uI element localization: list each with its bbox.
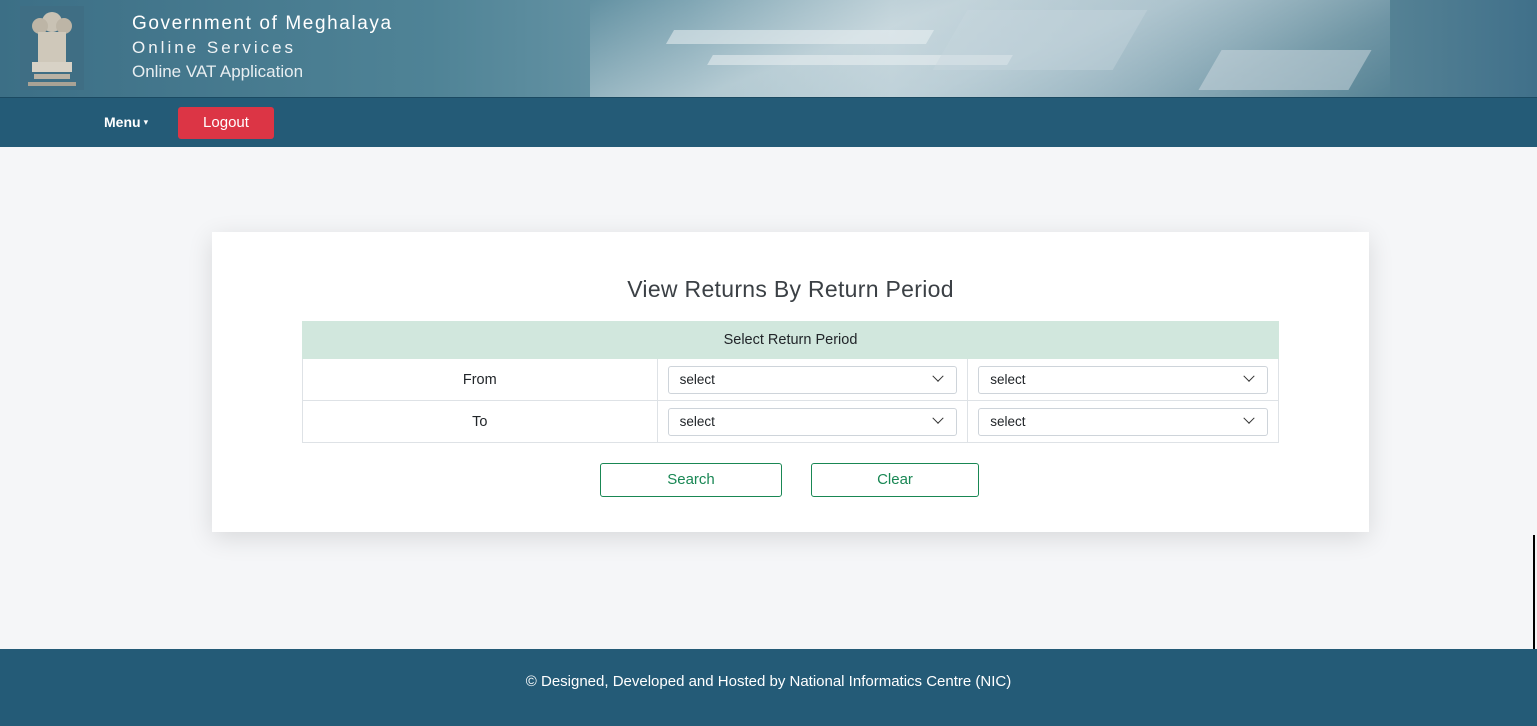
brand-title-block: Government of Meghalaya Online Services …: [132, 12, 393, 84]
page-title: View Returns By Return Period: [627, 276, 954, 302]
window-edge-divider: [1533, 535, 1535, 650]
search-button[interactable]: Search: [600, 463, 782, 497]
to-month-value: select: [679, 413, 715, 429]
footer-credit: © Designed, Developed and Hosted by Nati…: [525, 673, 1012, 690]
from-year-select[interactable]: select: [978, 365, 1268, 394]
from-month-select[interactable]: select: [667, 365, 958, 394]
from-label: From: [302, 358, 658, 401]
clear-button[interactable]: Clear: [811, 463, 979, 497]
caret-down-icon: ▾: [143, 117, 149, 127]
table-row-from: From select select: [302, 358, 1279, 401]
header-banner: Government of Meghalaya Online Services …: [0, 0, 1537, 97]
chevron-down-icon: [1243, 370, 1255, 382]
menu-dropdown[interactable]: Menu ▾: [104, 114, 148, 130]
government-title: Government of Meghalaya: [132, 13, 393, 34]
chevron-down-icon: [1243, 412, 1255, 424]
to-year-select[interactable]: select: [978, 407, 1268, 436]
to-year-value: select: [990, 413, 1026, 429]
chevron-down-icon: [932, 370, 944, 382]
to-label: To: [302, 400, 658, 443]
from-month-value: select: [679, 371, 715, 387]
navbar: Menu ▾ Logout: [0, 97, 1537, 147]
state-emblem-logo: [20, 6, 84, 90]
logout-button[interactable]: Logout: [178, 107, 274, 139]
chevron-down-icon: [932, 412, 944, 424]
to-month-select[interactable]: select: [667, 407, 958, 436]
table-header: Select Return Period: [302, 321, 1279, 359]
banner-photo: [590, 0, 1390, 97]
menu-label: Menu: [104, 114, 141, 130]
application-title: Online VAT Application: [132, 62, 304, 81]
return-period-table: Select Return Period From select select …: [302, 321, 1279, 443]
search-card: View Returns By Return Period Select Ret…: [212, 232, 1369, 532]
online-services-title: Online Services: [132, 38, 297, 57]
footer: © Designed, Developed and Hosted by Nati…: [0, 649, 1537, 726]
table-row-to: To select select: [302, 400, 1279, 443]
from-year-value: select: [990, 371, 1026, 387]
